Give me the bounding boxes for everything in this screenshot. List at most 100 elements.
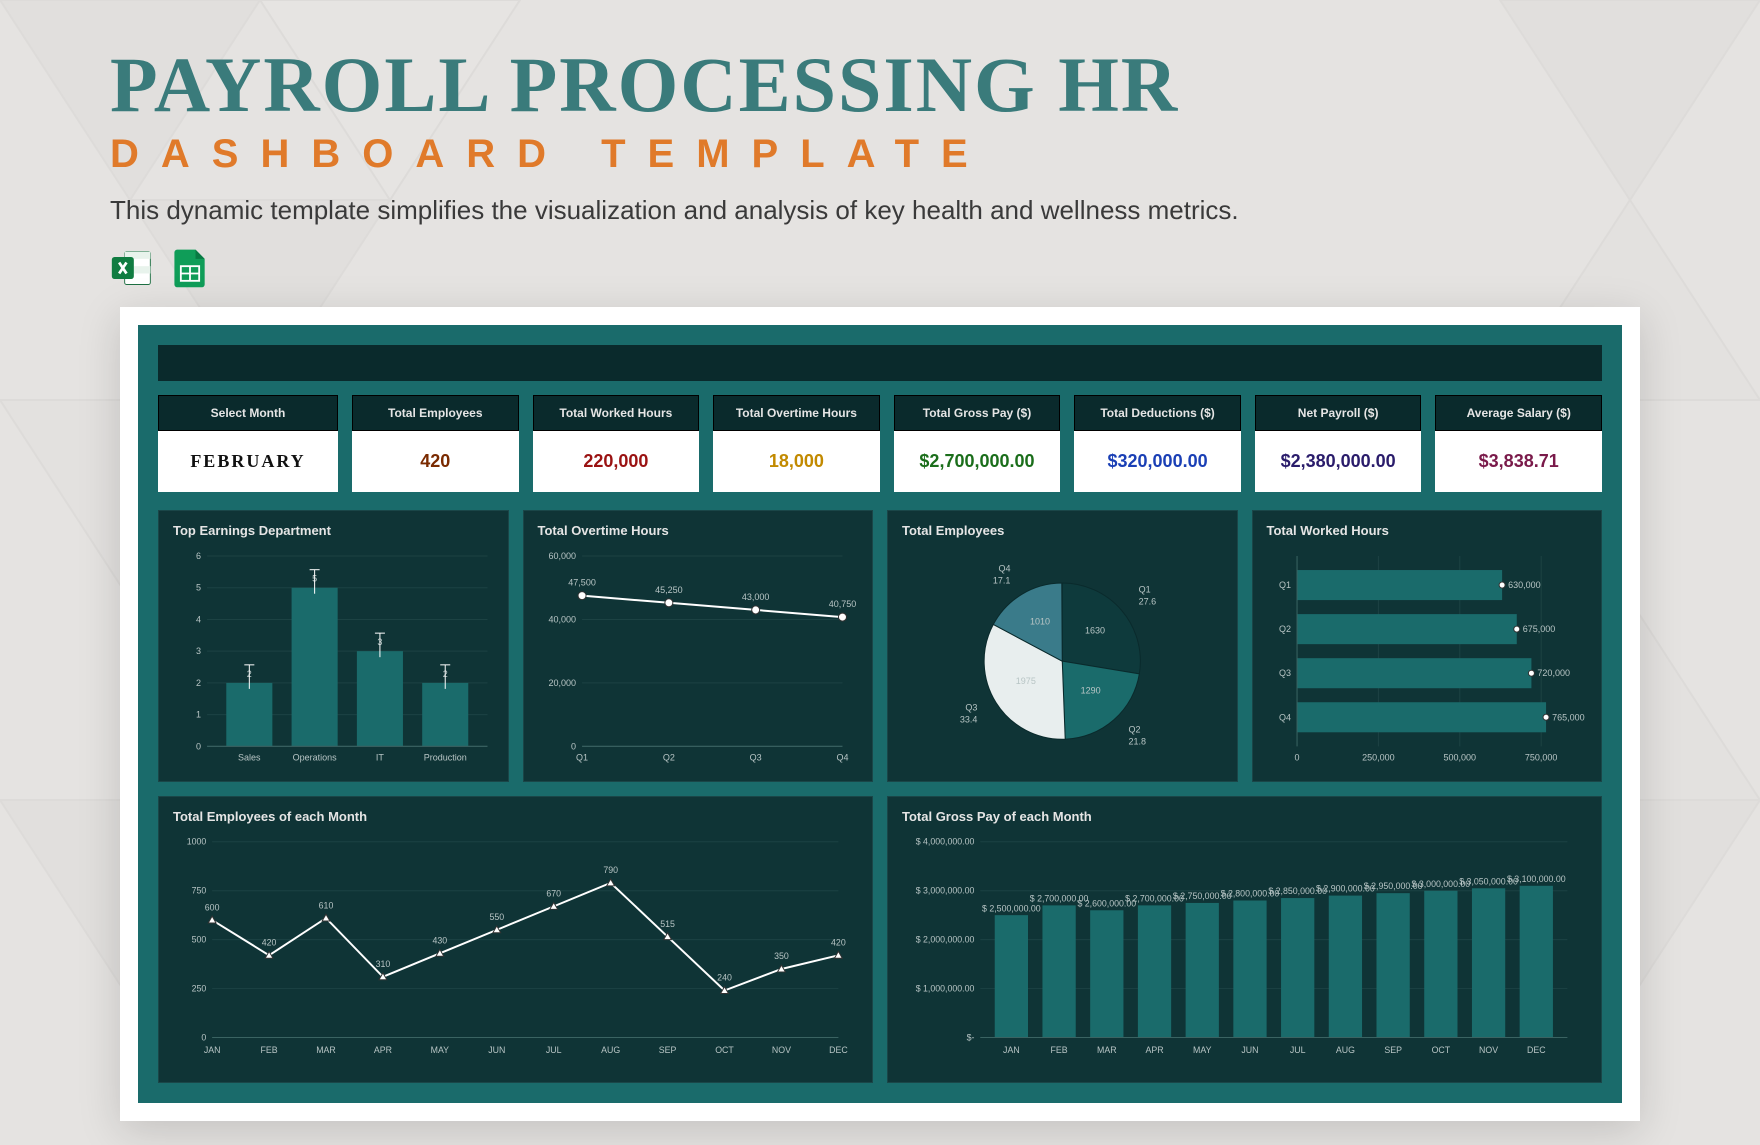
svg-text:Q3: Q3 <box>749 752 761 762</box>
svg-text:630,000: 630,000 <box>1508 580 1541 590</box>
chart-title: Total Overtime Hours <box>538 523 859 538</box>
svg-text:$ 3,000,000.00: $ 3,000,000.00 <box>916 886 975 896</box>
svg-text:17.1: 17.1 <box>993 575 1011 585</box>
svg-text:JUN: JUN <box>1241 1045 1258 1055</box>
page-title-line2: DASHBOARD TEMPLATE <box>110 132 1650 177</box>
svg-text:MAY: MAY <box>1193 1045 1212 1055</box>
kpi-deductions: $320,000.00 <box>1074 431 1241 492</box>
svg-text:Production: Production <box>424 752 467 762</box>
svg-text:0: 0 <box>1294 752 1299 762</box>
svg-text:310: 310 <box>376 959 391 969</box>
chart-title: Top Earnings Department <box>173 523 494 538</box>
chart-title: Total Worked Hours <box>1267 523 1588 538</box>
svg-text:250,000: 250,000 <box>1362 752 1395 762</box>
svg-text:$ 1,000,000.00: $ 1,000,000.00 <box>916 984 975 994</box>
svg-text:APR: APR <box>1145 1045 1163 1055</box>
svg-text:Q1: Q1 <box>576 752 588 762</box>
kpi-label: Average Salary ($) <box>1435 395 1602 431</box>
dashboard-titlebar <box>158 345 1602 381</box>
svg-text:JAN: JAN <box>1003 1045 1020 1055</box>
svg-text:MAR: MAR <box>316 1045 336 1055</box>
svg-text:420: 420 <box>262 938 277 948</box>
svg-text:1010: 1010 <box>1030 616 1050 626</box>
svg-text:AUG: AUG <box>1336 1045 1355 1055</box>
svg-text:350: 350 <box>774 952 789 962</box>
svg-text:Q4: Q4 <box>836 752 848 762</box>
excel-icon <box>110 246 154 295</box>
svg-text:1: 1 <box>196 710 201 720</box>
svg-text:500,000: 500,000 <box>1443 752 1476 762</box>
svg-text:SEP: SEP <box>1384 1045 1402 1055</box>
svg-text:DEC: DEC <box>1527 1045 1546 1055</box>
kpi-label: Total Worked Hours <box>533 395 700 431</box>
svg-text:JUL: JUL <box>1290 1045 1306 1055</box>
chart-overtime-hours: Total Overtime Hours 020,00040,00060,000… <box>523 510 874 782</box>
svg-text:600: 600 <box>205 903 220 913</box>
kpi-label: Net Payroll ($) <box>1255 395 1422 431</box>
kpi-overtime: 18,000 <box>713 431 880 492</box>
svg-text:550: 550 <box>489 912 504 922</box>
svg-text:1630: 1630 <box>1085 625 1105 635</box>
kpi-label: Total Overtime Hours <box>713 395 880 431</box>
chart-worked-hours: Total Worked Hours 0 250,000 500,000 750,00… <box>1252 510 1603 782</box>
svg-text:Q4: Q4 <box>1279 712 1291 722</box>
svg-text:0: 0 <box>571 741 576 751</box>
kpi-label: Total Employees <box>352 395 519 431</box>
svg-text:Q1: Q1 <box>1279 580 1291 590</box>
chart-title: Total Employees of each Month <box>173 809 858 824</box>
kpi-label: Total Deductions ($) <box>1074 395 1241 431</box>
svg-text:JAN: JAN <box>204 1045 221 1055</box>
svg-text:$ 2,500,000.00: $ 2,500,000.00 <box>982 904 1041 914</box>
svg-text:Q2: Q2 <box>662 752 674 762</box>
svg-text:515: 515 <box>660 919 675 929</box>
svg-text:JUN: JUN <box>488 1045 505 1055</box>
svg-text:JUL: JUL <box>546 1045 562 1055</box>
kpi-avg-salary: $3,838.71 <box>1435 431 1602 492</box>
svg-text:720,000: 720,000 <box>1537 668 1570 678</box>
svg-text:Q2: Q2 <box>1279 624 1291 634</box>
svg-text:675,000: 675,000 <box>1522 624 1555 634</box>
svg-text:Operations: Operations <box>293 752 338 762</box>
svg-text:790: 790 <box>603 865 618 875</box>
svg-text:3: 3 <box>196 646 201 656</box>
svg-text:47,500: 47,500 <box>568 578 596 588</box>
svg-text:40,750: 40,750 <box>828 599 856 609</box>
month-selector[interactable]: FEBRUARY <box>158 431 338 492</box>
svg-text:610: 610 <box>319 901 334 911</box>
svg-text:1000: 1000 <box>187 837 207 847</box>
chart-top-earnings: Top Earnings Department 01234562Sales5Op… <box>158 510 509 782</box>
svg-text:Q3: Q3 <box>965 702 977 712</box>
svg-text:500: 500 <box>192 935 207 945</box>
svg-text:$-: $- <box>967 1033 975 1043</box>
svg-text:$ 3,100,000.00: $ 3,100,000.00 <box>1507 874 1566 884</box>
svg-text:Q3: Q3 <box>1279 668 1291 678</box>
svg-text:45,250: 45,250 <box>655 585 683 595</box>
svg-text:6: 6 <box>196 551 201 561</box>
svg-text:750: 750 <box>192 886 207 896</box>
svg-text:20,000: 20,000 <box>548 678 576 688</box>
svg-text:OCT: OCT <box>1432 1045 1451 1055</box>
dashboard-frame: Select Month FEBRUARY Total Employees420… <box>120 307 1640 1121</box>
svg-text:21.8: 21.8 <box>1128 736 1146 746</box>
svg-text:43,000: 43,000 <box>741 592 769 602</box>
svg-text:Sales: Sales <box>238 752 261 762</box>
svg-text:NOV: NOV <box>1479 1045 1498 1055</box>
svg-text:27.6: 27.6 <box>1139 596 1157 606</box>
kpi-label: Total Gross Pay ($) <box>894 395 1061 431</box>
svg-text:OCT: OCT <box>715 1045 734 1055</box>
svg-text:1290: 1290 <box>1081 685 1101 695</box>
svg-text:FEB: FEB <box>1051 1045 1068 1055</box>
svg-text:MAR: MAR <box>1097 1045 1117 1055</box>
svg-text:SEP: SEP <box>659 1045 677 1055</box>
svg-text:AUG: AUG <box>601 1045 620 1055</box>
kpi-worked-hours: 220,000 <box>533 431 700 492</box>
svg-text:430: 430 <box>433 936 448 946</box>
kpi-gross-pay: $2,700,000.00 <box>894 431 1061 492</box>
svg-text:750,000: 750,000 <box>1524 752 1557 762</box>
svg-text:33.4: 33.4 <box>960 714 978 724</box>
svg-text:DEC: DEC <box>829 1045 848 1055</box>
svg-text:5: 5 <box>196 583 201 593</box>
svg-text:60,000: 60,000 <box>548 551 576 561</box>
svg-text:$ 4,000,000.00: $ 4,000,000.00 <box>916 837 975 847</box>
chart-gross-monthly: Total Gross Pay of each Month $-$ 1,000,… <box>887 796 1602 1083</box>
